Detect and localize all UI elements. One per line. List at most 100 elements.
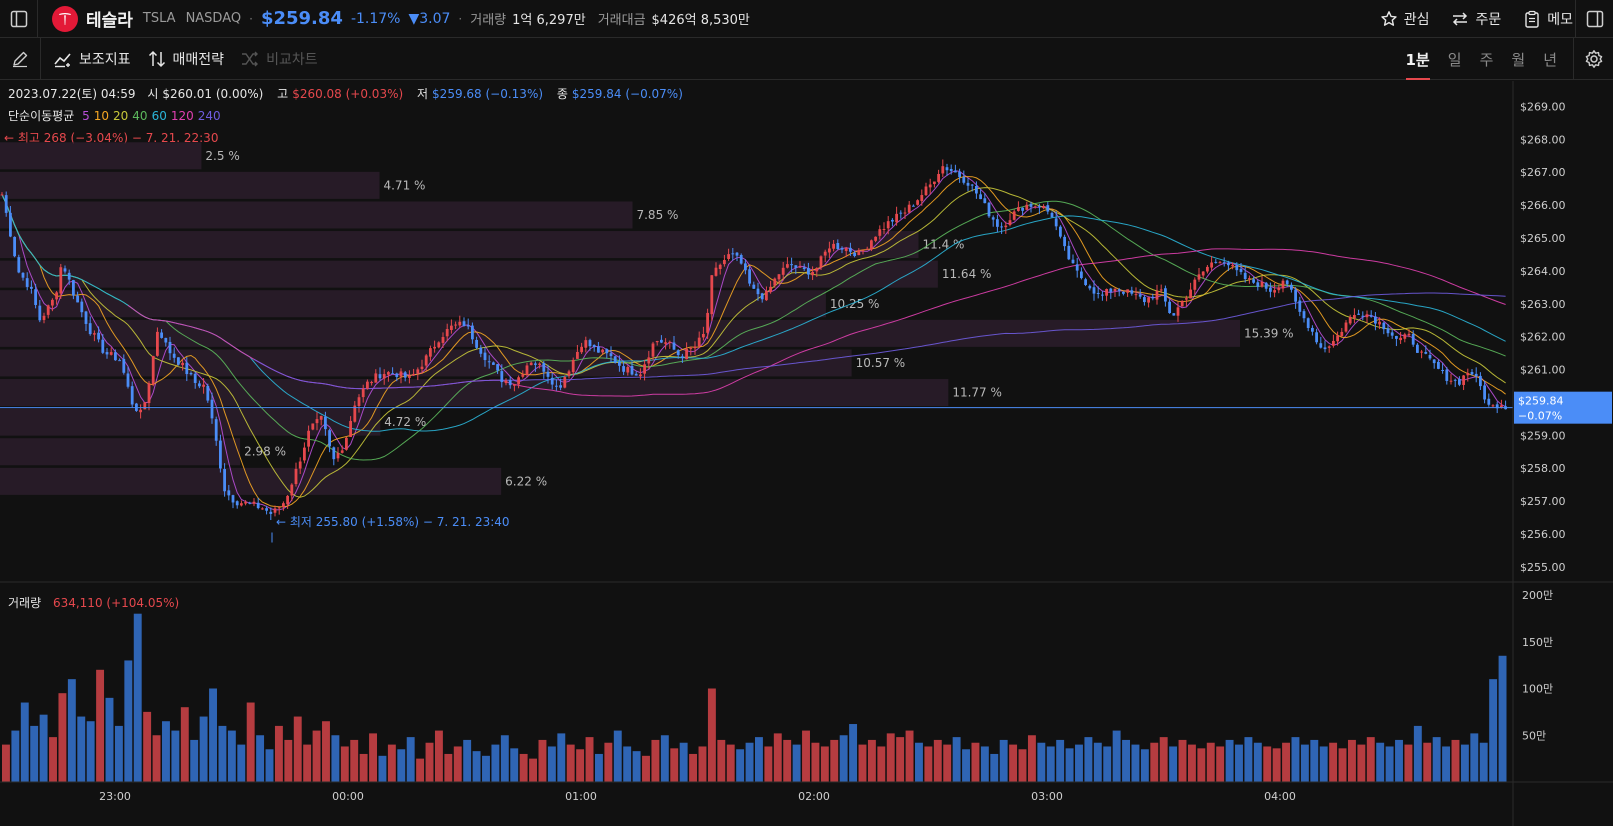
candle-body [1008, 220, 1012, 225]
volume-bar [472, 751, 481, 782]
tesla-logo [52, 5, 78, 32]
candle-body [504, 380, 508, 384]
price-tick-label: $263.00 [1520, 298, 1566, 311]
order-button[interactable]: 주문 [1451, 9, 1501, 29]
volume-bar [1310, 739, 1319, 782]
candle-body [492, 362, 495, 365]
watchlist-button[interactable]: 관심 [1380, 9, 1429, 29]
volume-bar [877, 746, 886, 782]
memo-button[interactable]: 메모 [1523, 9, 1573, 29]
candle-body [17, 257, 21, 273]
candle-body [1084, 279, 1087, 286]
candle-body [786, 264, 789, 268]
candle-body [983, 198, 987, 204]
volume-profile-label: 11.77 % [952, 386, 1002, 400]
candle-body [1437, 361, 1440, 369]
period-day[interactable]: 일 [1448, 38, 1462, 80]
period-week[interactable]: 주 [1480, 38, 1494, 80]
sidebar-toggle-button[interactable] [0, 0, 38, 38]
candle-body [1290, 284, 1293, 290]
volume-bar [1122, 739, 1130, 782]
volume-profile-bar [0, 142, 202, 170]
candle-body [319, 416, 323, 420]
candle-body [1004, 225, 1008, 228]
volume-bar [510, 748, 519, 782]
strategy-label: 매매전략 [172, 51, 225, 68]
volume-bar [952, 737, 961, 782]
volume-bar [943, 744, 952, 782]
volume-bar [745, 742, 754, 782]
indicators-button[interactable]: 보조지표 [53, 49, 131, 69]
period-year[interactable]: 년 [1543, 38, 1557, 80]
candle-body [4, 195, 8, 213]
candle-body [1054, 218, 1058, 227]
candle-body [828, 248, 831, 253]
candle-body [664, 342, 667, 344]
candle-body [739, 254, 743, 264]
chart-settings-button[interactable] [1573, 38, 1613, 80]
candle-body [1340, 331, 1344, 337]
volume-bar [1460, 744, 1469, 782]
candle-body [639, 374, 642, 377]
candle-body [886, 221, 890, 229]
candle-body [1029, 203, 1033, 207]
candle-body [1000, 226, 1003, 228]
candle-body [928, 184, 932, 188]
candle-body [374, 373, 378, 383]
volume-bar [773, 733, 782, 782]
volume-profile-label: 6.22 % [505, 474, 547, 488]
separator-dot: · [249, 11, 253, 26]
candle-body [366, 381, 369, 389]
candle-body [227, 490, 231, 496]
candle-body [391, 373, 394, 375]
candle-body [429, 348, 432, 357]
candle-body [849, 247, 852, 252]
candle-body [303, 447, 306, 461]
volume-bar [839, 735, 848, 782]
candle-body [445, 329, 449, 337]
candle-body [357, 397, 361, 407]
volume-bar [1075, 744, 1083, 782]
volume-bar [39, 714, 48, 782]
volume-bar [1432, 737, 1441, 782]
candle-body [1332, 340, 1335, 346]
candle-body [882, 229, 886, 231]
candle-body [210, 399, 214, 419]
candle-body [891, 219, 894, 222]
volume-tick-label: 50만 [1522, 729, 1546, 742]
candle-body [580, 346, 583, 353]
candle-body [471, 325, 474, 340]
volume-bar [980, 746, 989, 782]
volume-bar [811, 742, 820, 782]
volume-bar [1442, 746, 1451, 782]
compare-chart-button[interactable]: 비교차트 [240, 49, 318, 69]
candle-body [1260, 281, 1264, 287]
candle-body [571, 359, 575, 373]
price-chart[interactable]: 2.5 %4.71 %7.85 %11.4 %11.64 %10.25 %15.… [0, 81, 1613, 826]
strategy-button[interactable]: 매매전략 [147, 49, 225, 69]
draw-tool-button[interactable] [0, 37, 41, 80]
candle-body [1021, 207, 1024, 211]
candle-body [781, 267, 785, 275]
candle-body [496, 364, 499, 371]
candle-body [1050, 212, 1054, 218]
period-1min[interactable]: 1분 [1405, 38, 1431, 80]
volume-bar [933, 739, 942, 782]
candle-body [324, 416, 327, 430]
candle-body [912, 205, 915, 207]
price-tick-label: $267.00 [1520, 166, 1566, 179]
chart-annotations: ← 최저 255.80 (+1.58%) − 7. 21. 23:40 [271, 515, 510, 543]
candle-body [240, 503, 243, 506]
price-tick-label: $268.00 [1520, 133, 1566, 146]
volume-bar [1093, 742, 1102, 782]
volume-bar [124, 660, 133, 782]
candle-body [1441, 369, 1444, 371]
right-panel-toggle-button[interactable] [1575, 0, 1613, 38]
volume-bar [547, 746, 556, 782]
candle-body [630, 366, 634, 375]
candle-body [156, 331, 159, 356]
candle-body [508, 380, 512, 386]
volume-bar [962, 749, 970, 782]
volume-bar [227, 730, 236, 782]
period-month[interactable]: 월 [1511, 38, 1525, 80]
